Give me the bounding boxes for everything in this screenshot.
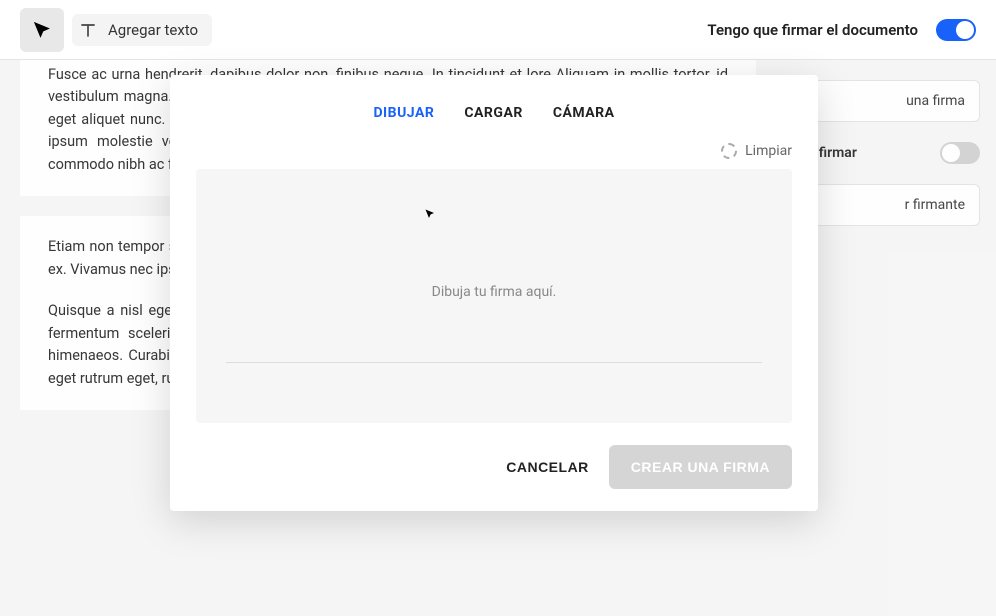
top-toolbar: Agregar texto Tengo que firmar el docume… [0,0,996,60]
signature-modal: DIBUJAR CARGAR CÁMARA Limpiar Dibuja tu … [170,75,818,511]
clear-button[interactable]: Limpiar [745,143,792,159]
cursor-tool-button[interactable] [20,8,64,52]
cancel-button[interactable]: CANCELAR [506,459,589,475]
signature-line [226,362,762,363]
reset-icon [721,143,737,159]
create-signature-button[interactable]: CREAR UNA FIRMA [609,445,792,489]
toolbar-left-group: Agregar texto [20,8,212,52]
tab-draw[interactable]: DIBUJAR [373,105,434,121]
sign-document-toggle[interactable] [936,19,976,41]
text-tool-button[interactable]: Agregar texto [72,14,212,46]
modal-actions: CANCELAR CREAR UNA FIRMA [170,423,818,511]
tab-camera[interactable]: CÁMARA [553,105,615,121]
tab-upload[interactable]: CARGAR [464,105,522,121]
signature-placeholder: Dibuja tu firma aquí. [432,284,557,300]
cursor-icon [33,21,51,39]
text-icon [78,20,98,40]
toolbar-right-group: Tengo que firmar el documento [707,19,976,41]
signature-pad[interactable]: Dibuja tu firma aquí. [196,169,792,423]
text-tool-label: Agregar texto [108,21,198,39]
clear-row: Limpiar [170,139,818,169]
cursor-icon [424,207,436,221]
modal-tabs: DIBUJAR CARGAR CÁMARA [170,75,818,139]
sign-document-label: Tengo que firmar el documento [707,21,918,39]
